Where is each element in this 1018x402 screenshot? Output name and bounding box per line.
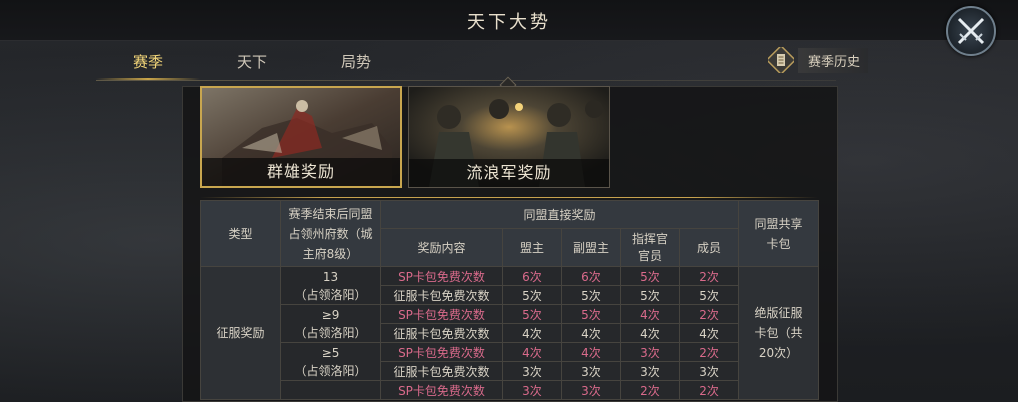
condition-note: （占领洛阳）	[294, 363, 367, 378]
tab-divider	[96, 80, 836, 81]
leader-count: 4次	[502, 342, 562, 362]
vice-count: 5次	[561, 285, 621, 305]
card-caption: 群雄奖励	[202, 158, 400, 186]
reward-content: 征服卡包免费次数	[380, 323, 503, 343]
reward-content: SP卡包免费次数	[380, 380, 503, 400]
leader-count: 5次	[502, 304, 562, 324]
member-count: 2次	[678, 342, 740, 362]
season-history-label: 赛季历史	[798, 47, 869, 73]
season-history-button[interactable]: 赛季历史	[768, 47, 872, 73]
table-row: SP卡包免费次数 3次 3次 2次 2次	[201, 380, 819, 400]
crossed-swords-icon	[957, 17, 985, 45]
card-wanderer-reward[interactable]: 流浪军奖励	[408, 86, 610, 188]
tab-situation[interactable]: 局势	[304, 48, 408, 78]
leader-count: 3次	[502, 380, 562, 400]
member-count: 4次	[678, 323, 740, 343]
header-direct-rewards: 同盟直接奖励	[379, 200, 740, 229]
officer-count: 5次	[620, 285, 680, 305]
condition-count: 13	[322, 269, 339, 284]
condition-note: （占领洛阳）	[294, 325, 367, 340]
officer-count: 2次	[620, 380, 680, 400]
leader-count: 3次	[502, 361, 562, 381]
header-condition: 赛季结束后同盟占领州府数（城主府8级）	[280, 200, 381, 267]
header-type: 类型	[200, 200, 281, 267]
condition-count: ≥9	[321, 307, 340, 322]
vice-count: 4次	[561, 342, 621, 362]
leader-count: 6次	[502, 266, 562, 286]
vice-count: 6次	[561, 266, 621, 286]
close-button[interactable]	[946, 6, 996, 56]
condition-cell: ≥5 （占领洛阳）	[280, 342, 381, 381]
member-count: 2次	[678, 304, 740, 324]
tab-world[interactable]: 天下	[200, 48, 304, 78]
leader-count: 5次	[502, 285, 562, 305]
active-tab-indicator	[96, 78, 200, 80]
reward-content: 征服卡包免费次数	[380, 361, 503, 381]
shared-pack-cell: 绝版征服卡包（共20次）	[738, 266, 820, 400]
card-warlords-reward[interactable]: 群雄奖励	[200, 86, 402, 188]
officer-count: 4次	[620, 304, 680, 324]
card-caption: 流浪军奖励	[409, 159, 609, 187]
condition-cell: ≥9 （占领洛阳）	[280, 304, 381, 343]
rewards-table: 类型 赛季结束后同盟占领州府数（城主府8级） 同盟直接奖励 同盟共享卡包 奖励内…	[200, 200, 820, 400]
scroll-icon	[768, 47, 794, 73]
title-bar: 天下大势	[0, 0, 1018, 41]
member-count: 2次	[678, 266, 740, 286]
tab-season[interactable]: 赛季	[96, 48, 200, 78]
member-count: 2次	[678, 380, 740, 400]
table-row: 征服奖励 13 （占领洛阳） SP卡包免费次数 6次 6次 5次 2次 绝版征服…	[200, 266, 820, 400]
member-count: 3次	[678, 361, 740, 381]
header-leader: 盟主	[502, 228, 562, 267]
header-officer: 指挥官官员	[620, 228, 680, 267]
member-count: 5次	[678, 285, 740, 305]
header-reward-content: 奖励内容	[380, 228, 503, 267]
condition-cell: 13 （占领洛阳）	[280, 266, 381, 305]
reward-content: SP卡包免费次数	[380, 304, 503, 324]
condition-note: （占领洛阳）	[294, 287, 367, 302]
vice-count: 4次	[561, 323, 621, 343]
officer-count: 3次	[620, 342, 680, 362]
type-cell: 征服奖励	[200, 266, 281, 400]
header-vice-leader: 副盟主	[561, 228, 621, 267]
vice-count: 5次	[561, 304, 621, 324]
page-title: 天下大势	[467, 12, 551, 33]
leader-count: 4次	[502, 323, 562, 343]
table-row: ≥5 （占领洛阳） SP卡包免费次数 4次 4次 3次 2次	[201, 342, 819, 381]
condition-cell	[280, 380, 381, 400]
officer-count: 5次	[620, 266, 680, 286]
vice-count: 3次	[561, 361, 621, 381]
reward-content: 征服卡包免费次数	[380, 285, 503, 305]
header-shared-pack: 同盟共享卡包	[738, 200, 820, 267]
condition-count: ≥5	[321, 345, 340, 360]
header-member: 成员	[678, 228, 740, 267]
section-divider	[200, 197, 818, 198]
reward-content: SP卡包免费次数	[380, 342, 503, 362]
officer-count: 3次	[620, 361, 680, 381]
vice-count: 3次	[561, 380, 621, 400]
officer-count: 4次	[620, 323, 680, 343]
reward-content: SP卡包免费次数	[380, 266, 503, 286]
table-row: ≥9 （占领洛阳） SP卡包免费次数 5次 5次 4次 2次	[201, 304, 819, 343]
